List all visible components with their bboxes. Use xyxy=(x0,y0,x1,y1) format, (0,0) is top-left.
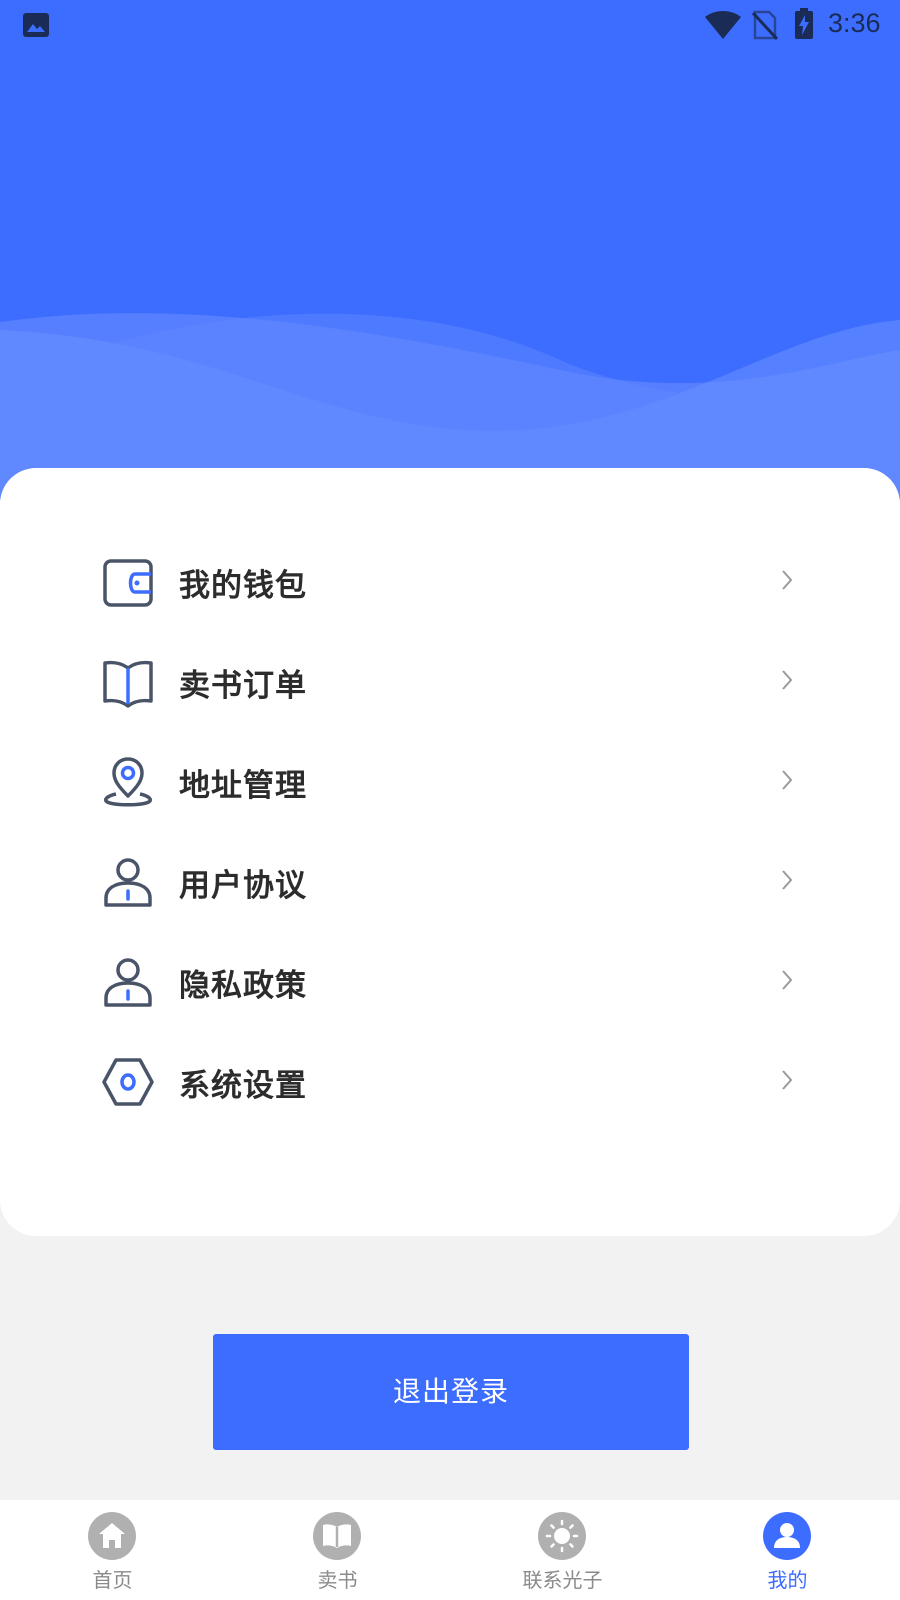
menu-item-book-orders[interactable]: 卖书订单 xyxy=(0,630,900,730)
nav-label: 我的 xyxy=(767,1568,808,1592)
sun-icon xyxy=(538,1512,586,1560)
menu-item-label: 隐私政策 xyxy=(179,968,307,1004)
profile-icon xyxy=(763,1512,811,1560)
settings-icon xyxy=(102,1058,154,1106)
bottom-nav: 首页 卖书 联系光子 我的 xyxy=(0,1500,900,1600)
book-icon xyxy=(103,660,153,708)
no-sim-icon xyxy=(752,10,778,40)
chevron-right-icon xyxy=(782,970,793,990)
status-bar: 3:36 xyxy=(0,0,900,48)
menu-item-label: 地址管理 xyxy=(179,768,307,804)
wallet-icon xyxy=(103,559,153,607)
wifi-icon xyxy=(705,11,741,39)
battery-charging-icon xyxy=(795,8,813,39)
wave-decoration xyxy=(0,313,900,500)
nav-label: 卖书 xyxy=(317,1568,358,1592)
menu-item-label: 卖书订单 xyxy=(179,668,307,704)
menu-item-address[interactable]: 地址管理 xyxy=(0,730,900,830)
nav-tab-home[interactable]: 首页 xyxy=(0,1500,225,1600)
chevron-right-icon xyxy=(782,670,793,690)
menu-item-label: 我的钱包 xyxy=(179,568,307,604)
nav-label: 首页 xyxy=(92,1568,133,1592)
chevron-right-icon xyxy=(782,870,793,890)
menu-item-system-settings[interactable]: 系统设置 xyxy=(0,1030,900,1130)
book-icon xyxy=(313,1512,361,1560)
nav-tab-mine[interactable]: 我的 xyxy=(675,1500,900,1600)
menu-card: 我的钱包 卖书订单 地址管理 用户协议 隐私政策 系统设置 xyxy=(0,468,900,1236)
user-icon xyxy=(104,858,152,907)
chevron-right-icon xyxy=(782,1070,793,1090)
nav-tab-contact[interactable]: 联系光子 xyxy=(450,1500,675,1600)
gallery-icon xyxy=(23,13,49,37)
menu-item-user-agreement[interactable]: 用户协议 xyxy=(0,830,900,930)
home-icon xyxy=(88,1512,136,1560)
menu-item-label: 用户协议 xyxy=(179,868,307,904)
nav-label: 联系光子 xyxy=(522,1568,603,1592)
header-background xyxy=(0,0,900,500)
logout-button[interactable]: 退出登录 xyxy=(213,1334,689,1450)
nav-tab-sell-books[interactable]: 卖书 xyxy=(225,1500,450,1600)
menu-item-privacy-policy[interactable]: 隐私政策 xyxy=(0,930,900,1030)
user-icon xyxy=(104,958,152,1007)
chevron-right-icon xyxy=(782,570,793,590)
menu-item-wallet[interactable]: 我的钱包 xyxy=(0,530,900,630)
location-pin-icon xyxy=(104,757,152,807)
chevron-right-icon xyxy=(782,770,793,790)
status-time: 3:36 xyxy=(828,8,881,38)
menu-item-label: 系统设置 xyxy=(179,1068,307,1104)
